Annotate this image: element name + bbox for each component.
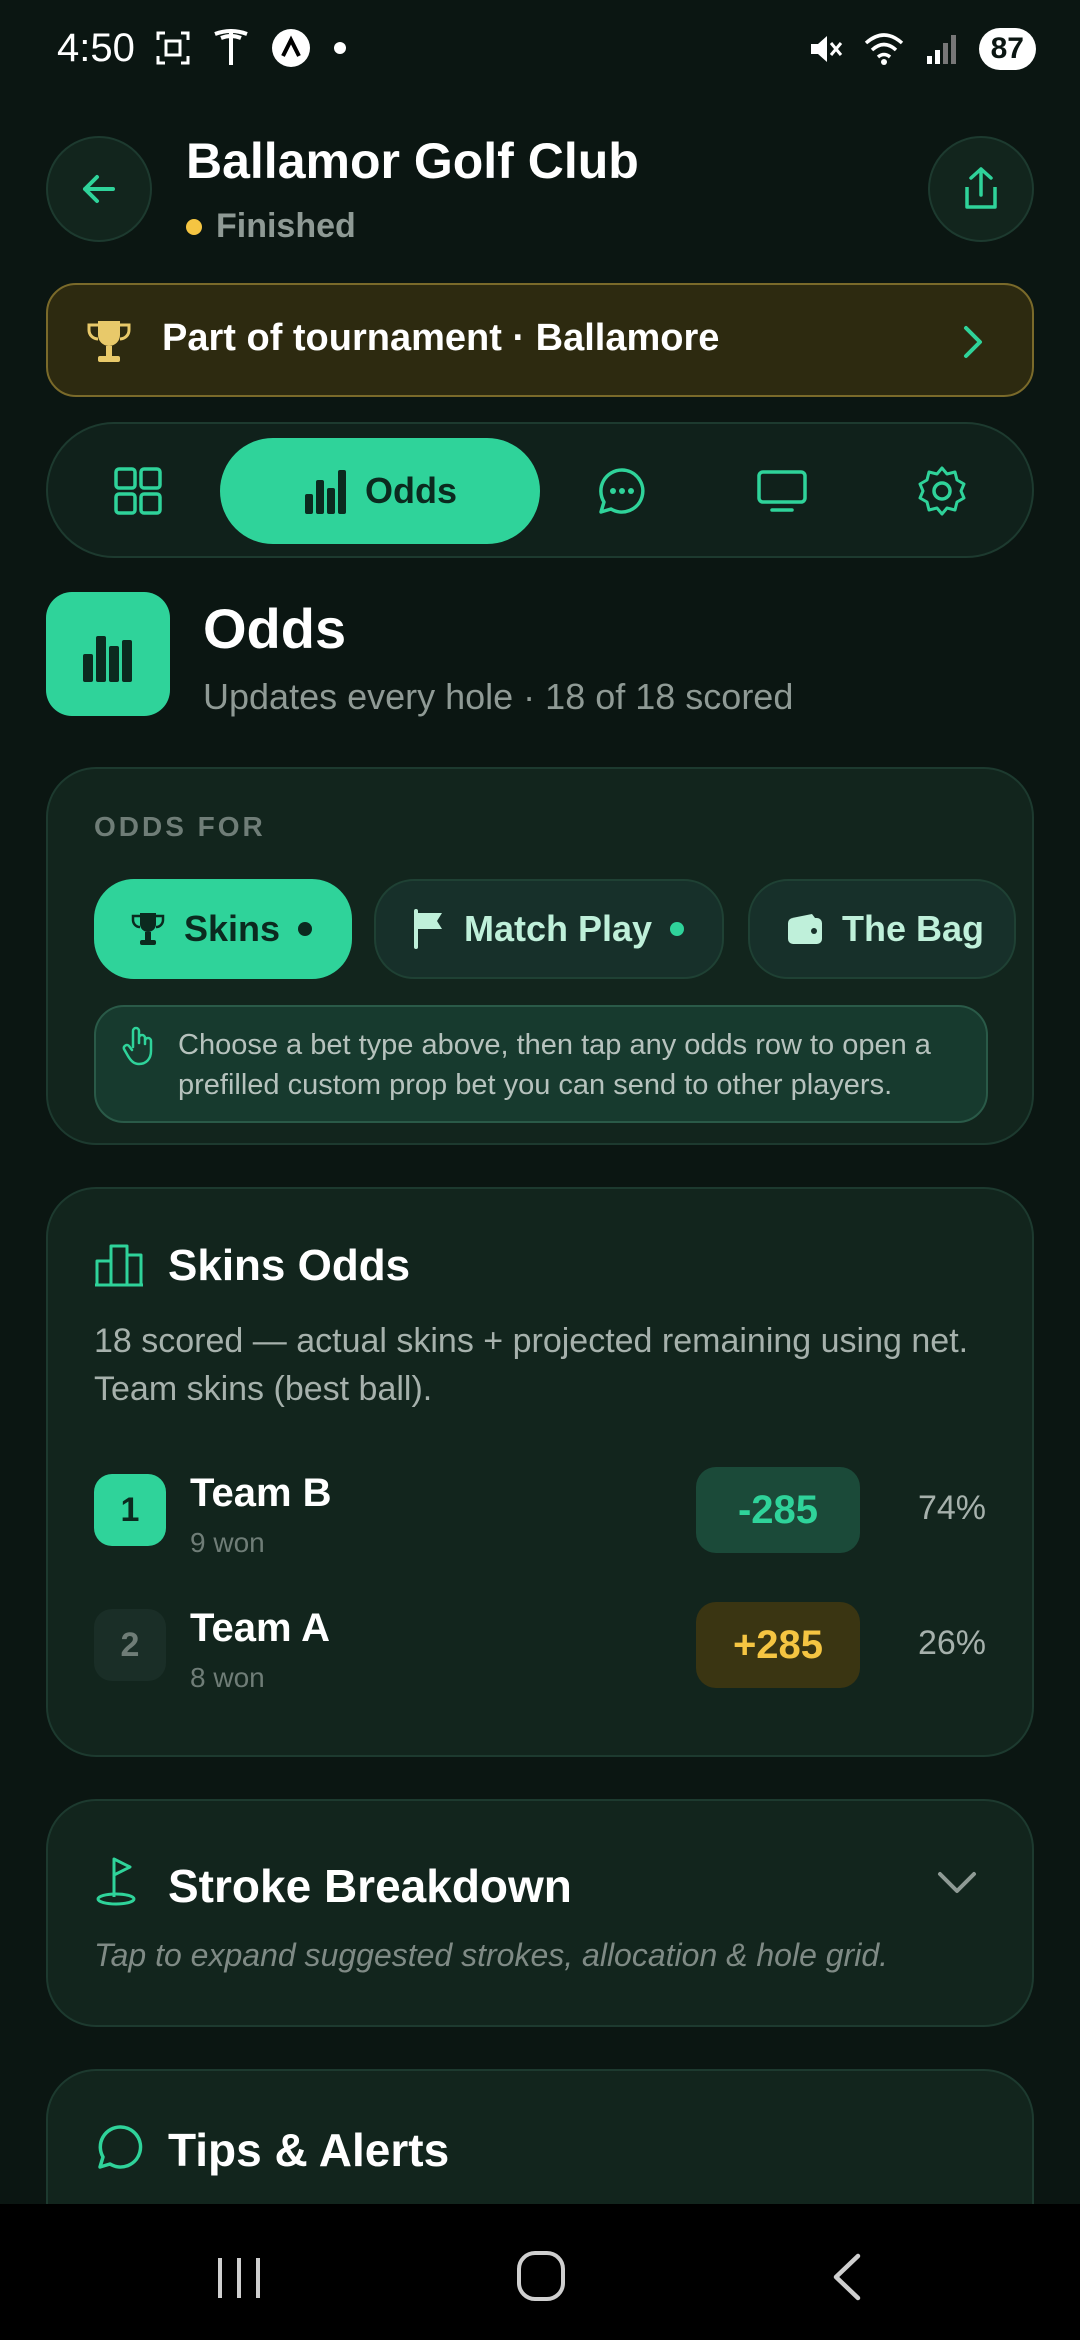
rank-badge: 1 bbox=[94, 1474, 166, 1546]
live-dot bbox=[670, 922, 685, 936]
trophy-icon bbox=[87, 321, 131, 362]
share-icon bbox=[965, 167, 997, 209]
tips-alerts-title: Tips & Alerts bbox=[168, 2124, 450, 2176]
trophy-icon bbox=[131, 913, 165, 945]
team-won: 8 won bbox=[190, 1662, 265, 1693]
odds-for-label: ODDS FOR bbox=[94, 811, 266, 842]
podium-icon bbox=[95, 1244, 143, 1287]
tv-icon bbox=[757, 470, 807, 512]
status-right-icons: 87 bbox=[807, 28, 1036, 70]
chat-bubble-icon bbox=[98, 2125, 143, 2169]
team-name: Team A bbox=[190, 1606, 331, 1650]
win-percentage: 26% bbox=[917, 1624, 986, 1662]
tab-overview[interactable] bbox=[88, 438, 188, 544]
tournament-banner-text: Part of tournament · Ballamore bbox=[162, 317, 720, 359]
home-icon[interactable] bbox=[516, 2250, 566, 2302]
arrow-left-icon bbox=[83, 175, 115, 203]
stroke-breakdown-title: Stroke Breakdown bbox=[168, 1860, 572, 1912]
gear-icon bbox=[918, 466, 966, 516]
stroke-breakdown-card[interactable]: Stroke Breakdown Tap to expand suggested… bbox=[46, 1799, 1034, 2027]
skins-odds-title: Skins Odds bbox=[168, 1241, 411, 1290]
hint-text: Choose a bet type above, then tap any od… bbox=[178, 1029, 931, 1101]
chat-icon bbox=[599, 468, 645, 514]
bet-type-match-play-label: Match Play bbox=[464, 908, 653, 949]
golf-flag-icon bbox=[96, 1857, 136, 1906]
tournament-banner[interactable]: Part of tournament · Ballamore bbox=[46, 283, 1034, 397]
odds-value[interactable]: -285 bbox=[696, 1467, 860, 1553]
bet-type-skins-label: Skins bbox=[184, 908, 281, 949]
back-nav-icon[interactable] bbox=[826, 2252, 866, 2302]
rank-badge: 2 bbox=[94, 1609, 166, 1681]
team-name: Team B bbox=[190, 1471, 332, 1515]
tab-odds-label: Odds bbox=[364, 470, 457, 511]
status-left-icons bbox=[155, 28, 347, 68]
skins-odds-card: Skins Odds 18 scored — actual skins + pr… bbox=[46, 1187, 1034, 1757]
dot-icon bbox=[334, 42, 346, 54]
status-bar: 4:50 87 bbox=[0, 0, 1080, 100]
tesla-icon bbox=[214, 29, 248, 65]
screenshot-icon bbox=[156, 31, 190, 65]
odds-for-card: ODDS FOR Skins Match Play The Bag Choose… bbox=[46, 767, 1034, 1145]
tab-bar: Odds bbox=[46, 422, 1034, 558]
chevron-down-icon[interactable] bbox=[936, 1869, 978, 1897]
status-time: 4:50 bbox=[57, 26, 135, 70]
screen: 4:50 87 Ballamor Golf Club Finished Part… bbox=[0, 0, 1080, 2340]
chevron-right-icon bbox=[964, 326, 982, 358]
back-button[interactable] bbox=[46, 136, 152, 242]
tab-odds[interactable]: Odds bbox=[220, 438, 540, 544]
battery-indicator: 87 bbox=[978, 28, 1036, 70]
mute-icon bbox=[810, 36, 842, 62]
share-button[interactable] bbox=[928, 136, 1034, 242]
odds-section-icon bbox=[46, 592, 170, 716]
tab-tv[interactable] bbox=[732, 438, 832, 544]
tab-settings[interactable] bbox=[892, 438, 992, 544]
system-nav-bar bbox=[0, 2204, 1080, 2340]
wifi-icon bbox=[864, 33, 903, 65]
odds-value[interactable]: +285 bbox=[696, 1602, 860, 1688]
stroke-breakdown-subtitle: Tap to expand suggested strokes, allocat… bbox=[94, 1937, 888, 1973]
bet-type-the-bag[interactable]: The Bag bbox=[748, 879, 1016, 979]
bar-chart-icon bbox=[304, 470, 346, 514]
section-subtitle: Updates every hole · 18 of 18 scored bbox=[203, 676, 794, 717]
bet-type-match-play[interactable]: Match Play bbox=[374, 879, 724, 979]
tap-hand-icon bbox=[122, 1026, 153, 1066]
grid-icon bbox=[114, 467, 162, 515]
app-icon bbox=[272, 29, 310, 67]
flag-icon bbox=[414, 909, 442, 949]
recent-apps-icon[interactable] bbox=[214, 2256, 264, 2300]
team-won: 9 won bbox=[190, 1527, 265, 1558]
bet-type-skins[interactable]: Skins bbox=[94, 879, 352, 979]
page-title: Ballamor Golf Club bbox=[186, 133, 639, 189]
hint-box: Choose a bet type above, then tap any od… bbox=[94, 1005, 988, 1123]
win-percentage: 74% bbox=[917, 1489, 986, 1527]
skins-odds-description: 18 scored — actual skins + projected rem… bbox=[94, 1322, 969, 1408]
wallet-icon bbox=[788, 914, 822, 944]
tab-chat[interactable] bbox=[572, 438, 672, 544]
section-title: Odds bbox=[203, 597, 347, 660]
status-text: Finished bbox=[216, 207, 356, 245]
status-row: Finished bbox=[186, 207, 356, 246]
status-dot bbox=[186, 218, 202, 235]
signal-icon bbox=[926, 35, 956, 64]
bar-chart-icon bbox=[83, 636, 132, 682]
bet-type-the-bag-label: The Bag bbox=[842, 908, 985, 949]
active-dot bbox=[298, 922, 313, 936]
